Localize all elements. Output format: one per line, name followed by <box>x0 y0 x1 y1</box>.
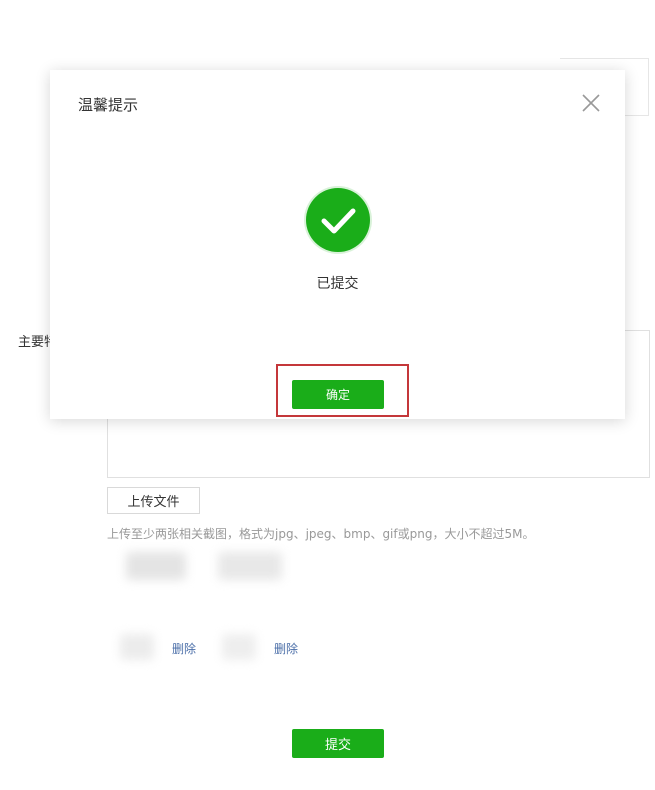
confirm-button[interactable]: 确定 <box>292 380 384 409</box>
attachment-thumbnail <box>218 552 282 580</box>
attachment-thumbnail <box>222 634 256 660</box>
upload-file-button[interactable]: 上传文件 <box>107 487 200 514</box>
dialog-title: 温馨提示 <box>78 96 139 114</box>
notice-dialog: 温馨提示 已提交 确定 <box>50 70 625 419</box>
dialog-message: 已提交 <box>316 276 359 292</box>
attachment-thumbnail <box>120 634 154 660</box>
submit-button[interactable]: 提交 <box>292 729 384 758</box>
page: 主要特 上传文件 上传至少两张相关截图，格式为jpg、jpeg、bmp、gif或… <box>0 0 655 790</box>
delete-attachment-link[interactable]: 删除 <box>274 640 298 657</box>
delete-attachment-link[interactable]: 删除 <box>172 640 196 657</box>
upload-hint: 上传至少两张相关截图，格式为jpg、jpeg、bmp、gif或png，大小不超过… <box>107 527 535 541</box>
attachment-thumbnail <box>126 552 186 580</box>
checkmark-circle-icon <box>306 188 370 252</box>
close-icon[interactable] <box>580 92 602 114</box>
